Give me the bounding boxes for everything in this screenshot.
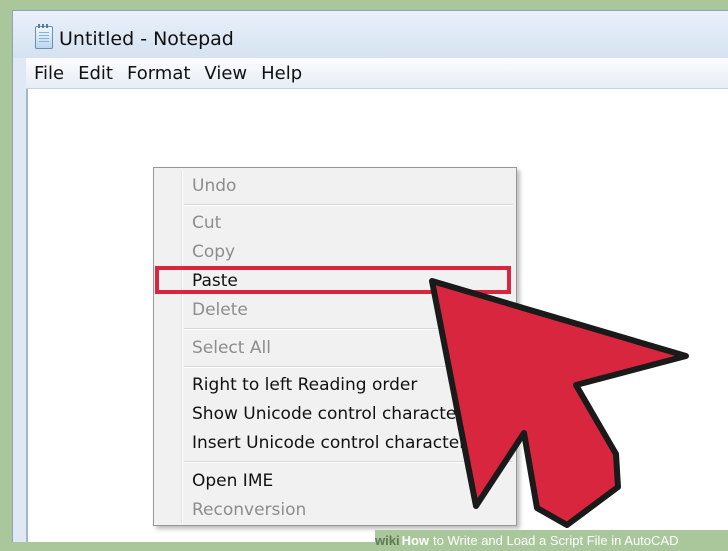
caption-how: How (401, 533, 430, 548)
caption-bar: wiki How to Write and Load a Script File… (375, 530, 728, 551)
caption-title: to Write and Load a Script File in AutoC… (433, 533, 679, 548)
pointer-arrow-icon (429, 278, 689, 528)
caption-wiki: wiki (375, 533, 400, 548)
